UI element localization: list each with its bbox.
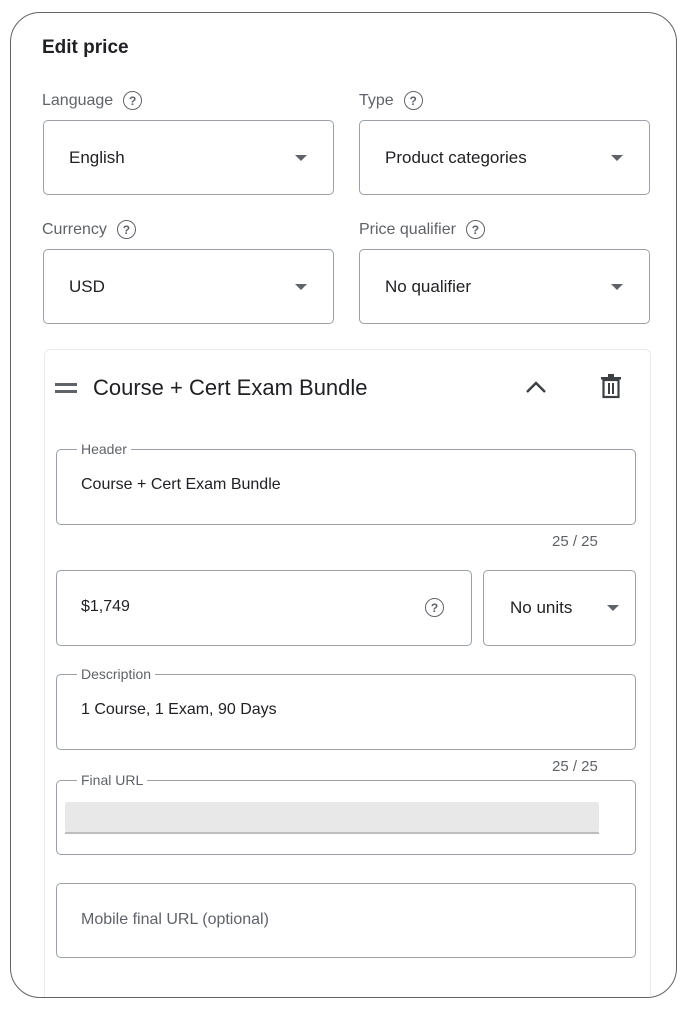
- edit-price-dialog: Edit price Language ? English Type ? Pro…: [10, 12, 677, 998]
- type-label-row: Type ?: [359, 91, 423, 110]
- drag-handle-icon[interactable]: [55, 383, 77, 393]
- price-qualifier-value: No qualifier: [385, 276, 471, 296]
- type-label: Type: [359, 91, 394, 109]
- dropdown-arrow-icon: [611, 154, 623, 161]
- price-qualifier-label-row: Price qualifier ?: [359, 220, 485, 239]
- language-value: English: [69, 147, 125, 167]
- price-qualifier-label: Price qualifier: [359, 220, 456, 238]
- help-icon[interactable]: ?: [123, 91, 143, 110]
- description-char-counter: 25 / 25: [552, 758, 598, 775]
- final-url-underline: [65, 832, 599, 834]
- description-field-label: Description: [77, 666, 156, 682]
- currency-label: Currency: [42, 220, 107, 238]
- dropdown-arrow-icon: [295, 154, 307, 161]
- type-value: Product categories: [385, 147, 527, 167]
- language-select[interactable]: English: [43, 120, 334, 195]
- header-field-label: Header: [77, 441, 131, 457]
- language-label-row: Language ?: [42, 91, 143, 110]
- final-url-field[interactable]: Final URL: [56, 772, 636, 855]
- currency-label-row: Currency ?: [42, 220, 136, 239]
- units-value: No units: [510, 598, 573, 617]
- mobile-final-url-placeholder: Mobile final URL (optional): [81, 911, 269, 928]
- type-select[interactable]: Product categories: [359, 120, 650, 195]
- dropdown-arrow-icon: [611, 283, 623, 290]
- mobile-final-url-field[interactable]: Mobile final URL (optional): [56, 883, 636, 958]
- help-icon[interactable]: ?: [425, 598, 444, 617]
- item-title: Course + Cert Exam Bundle: [93, 375, 368, 400]
- dialog-title: Edit price: [42, 37, 129, 58]
- dropdown-arrow-icon: [295, 283, 307, 290]
- help-icon[interactable]: ?: [403, 91, 423, 110]
- units-select[interactable]: No units: [483, 570, 636, 646]
- currency-value: USD: [69, 276, 105, 296]
- header-char-counter: 25 / 25: [552, 533, 598, 550]
- price-field[interactable]: $1,749 ?: [56, 570, 472, 646]
- chevron-up-icon[interactable]: [524, 379, 548, 395]
- description-field[interactable]: Description 1 Course, 1 Exam, 90 Days: [56, 666, 636, 750]
- help-icon[interactable]: ?: [465, 220, 485, 239]
- description-field-value: 1 Course, 1 Exam, 90 Days: [81, 701, 277, 718]
- currency-select[interactable]: USD: [43, 249, 334, 324]
- final-url-field-label: Final URL: [77, 772, 148, 788]
- dropdown-arrow-icon: [607, 605, 619, 611]
- header-field[interactable]: Header Course + Cert Exam Bundle: [56, 441, 636, 525]
- language-label: Language: [42, 91, 114, 109]
- trash-icon[interactable]: [600, 373, 622, 399]
- price-qualifier-select[interactable]: No qualifier: [359, 249, 650, 324]
- price-value: $1,749: [81, 598, 130, 615]
- help-icon[interactable]: ?: [116, 220, 136, 239]
- final-url-value-redacted: [65, 802, 599, 832]
- header-field-value: Course + Cert Exam Bundle: [81, 476, 281, 493]
